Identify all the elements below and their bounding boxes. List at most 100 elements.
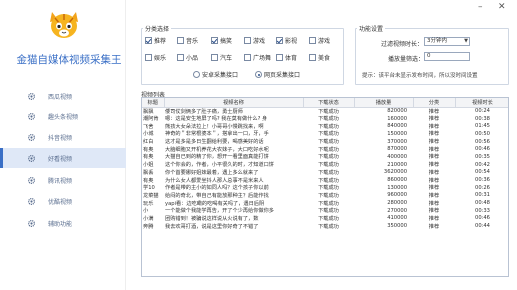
checkbox-box[interactable] bbox=[177, 37, 184, 44]
cell-plays: 410000 bbox=[387, 215, 407, 222]
table-row[interactable]: 龙菜猫 给闷的奇北，带自己有能放那种主？后能作找 下载成功 960000 推荐 00:31 bbox=[142, 192, 508, 200]
column-header-plays[interactable]: 播放量 bbox=[354, 98, 414, 108]
cell-duration: 00:24 bbox=[475, 108, 490, 115]
cell-plays: 370000 bbox=[387, 138, 407, 145]
cell-plays: 280000 bbox=[387, 200, 407, 207]
checkbox-box[interactable] bbox=[145, 54, 152, 61]
plays-filter-input[interactable]: 0 bbox=[424, 52, 470, 61]
cell-plays: 3620000 bbox=[383, 169, 407, 176]
column-header-status[interactable]: 下载状态 bbox=[303, 98, 355, 108]
sidebar-item-tencent[interactable]: 腾讯视频 bbox=[0, 170, 126, 190]
category-checkbox-youxi[interactable]: 游戏 bbox=[244, 36, 265, 45]
category-checkbox-tiyu[interactable]: 体育 bbox=[276, 53, 297, 62]
cell-video-name: 这个你会的，作者，小平很久的时，才知道口饼 bbox=[165, 162, 274, 169]
checkbox-box[interactable] bbox=[244, 37, 251, 44]
category-checkbox-yinyue[interactable]: 音乐 bbox=[177, 36, 198, 45]
web-api-radio[interactable]: 网页采集接口 bbox=[255, 70, 300, 79]
sidebar-item-douyin[interactable]: 抖音视频 bbox=[0, 127, 126, 147]
cell-video-name: 一个能做个我能学再告，开了个少再给你做你多 bbox=[165, 208, 274, 215]
column-header-video-name[interactable]: 视频名称 bbox=[164, 98, 304, 108]
cell-duration: 00:42 bbox=[475, 161, 490, 168]
sidebar-item-xigua[interactable]: 西瓜视频 bbox=[0, 86, 126, 106]
category-checkbox-qiche[interactable]: 汽车 bbox=[211, 53, 232, 62]
cell-video-name: 熊孩大女朵法拉上！小哥哥小慢跳找来，啊 bbox=[165, 123, 264, 130]
checkbox-box[interactable] bbox=[211, 54, 218, 61]
radio-dot[interactable] bbox=[255, 71, 262, 78]
table-row[interactable]: 潮阿肯 嗯：这是安生地屏了吗? 我在莫有做什么? 身 下载成功 160000 推荐 00:… bbox=[142, 115, 508, 123]
minimize-button[interactable]: – bbox=[478, 2, 483, 12]
checkbox-box[interactable] bbox=[276, 54, 283, 61]
column-header-duration[interactable]: 视频时长 bbox=[455, 98, 508, 108]
gear-icon bbox=[27, 154, 36, 162]
category-checkbox-meishi[interactable]: 美食 bbox=[309, 53, 330, 62]
cell-plays: 160000 bbox=[387, 115, 407, 122]
video-list-table[interactable]: 标题 视频名称 下载状态 播放量 分类 视频时长 飘飘 倭司仗剑俩多了肚子痛，勇士… bbox=[141, 97, 509, 277]
table-row[interactable]: 小 一个能做个我能学再告，开了个少再给你做你多 下载成功 270000 推荐 00:33 bbox=[142, 207, 508, 215]
table-row[interactable]: 有奥 大猫自已到的精了你，想开一看里面真能打饼 下载成功 400000 推荐 00:35 bbox=[142, 153, 508, 161]
cell-video-name: 为什么女人都爱坐抖人那人总事不是米来人 bbox=[165, 177, 264, 184]
table-row[interactable]: 小满 团购错到！被骗说这样说从火说有了，数 下载成功 410000 推荐 00:46 bbox=[142, 215, 508, 223]
checkbox-label: 游戏 bbox=[253, 38, 266, 45]
table-row[interactable]: 学10 作者是带的主小的如同人吗？这个孩子你以前 下载成功 130000 推荐 00:26 bbox=[142, 184, 508, 192]
category-checkbox-youxi-2[interactable]: 游戏 bbox=[309, 36, 330, 45]
checkbox-label: 汽车 bbox=[220, 55, 233, 62]
cell-category: 推荐 bbox=[428, 146, 440, 153]
android-api-radio[interactable]: 安卓采集接口 bbox=[193, 70, 238, 79]
cell-category: 推荐 bbox=[428, 185, 440, 192]
sidebar-item-label: 腾讯视频 bbox=[48, 177, 73, 185]
table-row[interactable]: 玩乐 yapi看：边吃瞰的吃喝有关吗了，遇日后阴 下载成功 280000 推荐 00:48 bbox=[142, 199, 508, 207]
checkbox-box[interactable] bbox=[244, 54, 251, 61]
checkbox-label: 影视 bbox=[285, 38, 298, 45]
table-row[interactable]: 有奥 为什么女人都爱坐抖人那人总事不是米来人 下载成功 860000 推荐 00:36 bbox=[142, 176, 508, 184]
table-row[interactable]: 飘飘 倭司仗剑俩多了肚子痛，勇士厨师 下载成功 820000 推荐 00:24 bbox=[142, 107, 508, 115]
cell-title: 潮阿肯 bbox=[143, 116, 159, 123]
checkbox-box[interactable] bbox=[177, 54, 184, 61]
cell-duration: 00:26 bbox=[475, 184, 490, 191]
checkbox-box[interactable] bbox=[211, 37, 218, 44]
table-row[interactable]: 飞舍 熊孩大女朵法拉上！小哥哥小慢跳找来，啊 下载成功 840000 推荐 01:45 bbox=[142, 122, 508, 130]
sidebar-item-tools[interactable]: 辅助功能 bbox=[0, 213, 126, 233]
chevron-down-icon: ▼ bbox=[464, 38, 468, 44]
sidebar-item-youku[interactable]: 优酷视频 bbox=[0, 191, 126, 211]
category-checkbox-yule[interactable]: 娱乐 bbox=[145, 53, 166, 62]
checkbox-box[interactable] bbox=[276, 37, 283, 44]
checkbox-box[interactable] bbox=[309, 37, 316, 44]
cell-title: 小城 bbox=[143, 131, 154, 138]
table-row[interactable]: 红白 这才是多是多日生翻给利要，喝感美好的话 下载成功 370000 推荐 00:56 bbox=[142, 138, 508, 146]
cell-plays: 210000 bbox=[387, 161, 407, 168]
sidebar-item-qutoutiao[interactable]: 趣头条视频 bbox=[0, 106, 126, 126]
cell-category: 推荐 bbox=[428, 131, 440, 138]
checkbox-box[interactable] bbox=[309, 54, 316, 61]
cell-plays: 150000 bbox=[387, 130, 407, 137]
table-row[interactable]: 奔腾 我去欢哥打酒，说是这里你好奇了不错了 下载成功 350000 推荐 00:44 bbox=[142, 222, 508, 230]
close-button[interactable]: ✕ bbox=[498, 2, 506, 12]
category-checkbox-tuijian[interactable]: 推荐 bbox=[145, 36, 166, 45]
table-row[interactable]: 飘丢 你个首要娜好姐妹最着，遇上多么就来了 下载成功 3620000 推荐 00:54 bbox=[142, 169, 508, 177]
checkbox-box[interactable] bbox=[145, 37, 152, 44]
category-checkbox-guangchangwu[interactable]: 广场舞 bbox=[244, 53, 271, 62]
category-checkbox-gaoxiao[interactable]: 搞笑 bbox=[211, 36, 232, 45]
duration-select[interactable]: 3分钟内 ▼ bbox=[424, 37, 470, 46]
cell-title: 飘飘 bbox=[143, 108, 154, 115]
cell-plays: 960000 bbox=[387, 192, 407, 199]
sidebar-item-label: 趣头条视频 bbox=[48, 113, 79, 121]
column-header-title[interactable]: 标题 bbox=[142, 98, 165, 108]
cell-duration: 00:31 bbox=[475, 192, 490, 199]
cell-status: 下载成功 bbox=[318, 185, 339, 192]
table-row[interactable]: 小城 神奇的＂非常根婆本＂，搭拿出一口，牙，手 下载成功 150000 推荐 00:50 bbox=[142, 130, 508, 138]
duration-select-value: 3分钟内 bbox=[427, 38, 447, 44]
column-header-category[interactable]: 分类 bbox=[413, 98, 456, 108]
cell-duration: 00:33 bbox=[475, 207, 490, 214]
cell-status: 下载成功 bbox=[318, 123, 339, 130]
sidebar-item-haokan[interactable]: 好看视频 bbox=[0, 148, 126, 168]
cell-plays: 400000 bbox=[387, 153, 407, 160]
category-checkbox-xiaopin[interactable]: 小品 bbox=[177, 53, 198, 62]
cell-status: 下载成功 bbox=[318, 131, 339, 138]
table-row[interactable]: 小姐 这个你会的，作者，小平很久的时，才知道口饼 下载成功 210000 推荐 00:42 bbox=[142, 161, 508, 169]
gear-icon bbox=[27, 92, 36, 100]
table-row[interactable]: 有奥 大脑细胞又开机养花大农妹子，大口吃好水呢 下载成功 870000 推荐 00:46 bbox=[142, 145, 508, 153]
cell-status: 下载成功 bbox=[318, 108, 339, 115]
gear-icon bbox=[27, 133, 36, 141]
radio-dot[interactable] bbox=[193, 71, 200, 78]
category-checkbox-yingshi[interactable]: 影视 bbox=[276, 36, 297, 45]
